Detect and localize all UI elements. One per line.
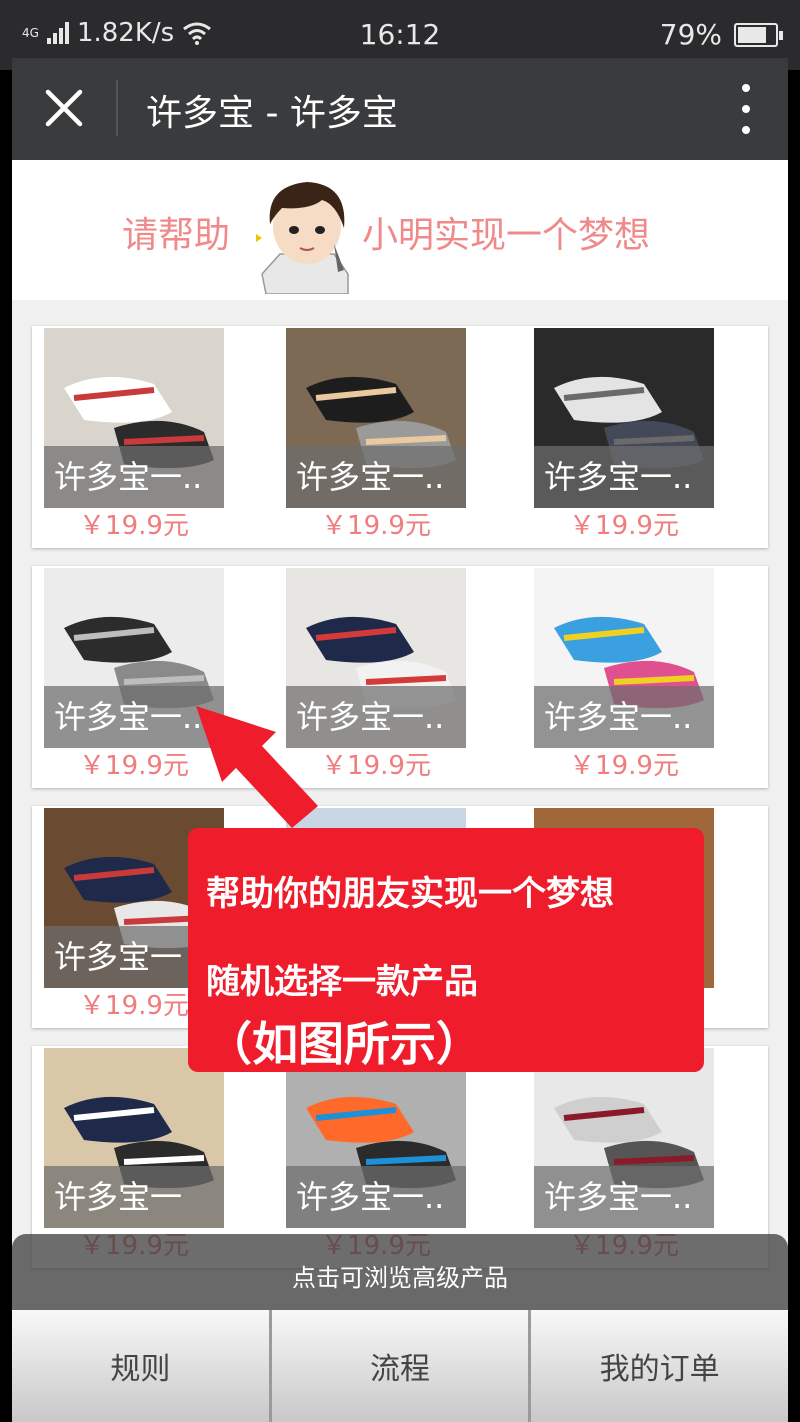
close-icon[interactable] — [42, 86, 86, 130]
product-caption: 许多宝一.. — [534, 686, 714, 748]
product-item[interactable]: 许多宝一..￥19.9元 — [286, 328, 466, 541]
bottom-tab-bar: 规则 流程 我的订单 — [12, 1310, 789, 1422]
product-price: ￥19.9元 — [569, 751, 679, 781]
dream-banner: 请帮助 小明实现一个梦想 — [12, 160, 788, 300]
product-price: ￥19.9元 — [79, 511, 189, 541]
product-caption: 许多宝一.. — [286, 1166, 466, 1228]
title-bar: 许多宝 - 许多宝 — [12, 58, 788, 160]
callout-line2: 随机选择一款产品 — [206, 962, 478, 1002]
battery-status: 79% — [659, 18, 783, 51]
battery-icon — [734, 22, 783, 47]
more-vertical-icon[interactable] — [736, 84, 756, 134]
product-caption: 许多宝一.. — [44, 686, 224, 748]
product-item[interactable]: 许多宝一..￥19.9元 — [534, 1048, 714, 1261]
product-caption: 许多宝一.. — [534, 1166, 714, 1228]
cartoon-avatar — [256, 182, 349, 294]
product-caption: 许多宝一.. — [286, 446, 466, 508]
product-item[interactable]: 许多宝一..￥19.9元 — [534, 568, 714, 781]
product-price: ￥19.9元 — [79, 751, 189, 781]
product-caption: 许多宝一.. — [286, 686, 466, 748]
product-item[interactable]: 许多宝一..￥19.9元 — [44, 568, 224, 781]
callout-line1: 帮助你的朋友实现一个梦想 — [206, 874, 614, 914]
browse-hint-text: 点击可浏览高级产品 — [292, 1264, 508, 1292]
instruction-callout: 帮助你的朋友实现一个梦想 随机选择一款产品 （如图所示） — [188, 828, 704, 1072]
product-caption: 许多宝一 — [44, 1166, 224, 1228]
product-caption: 许多宝一.. — [534, 446, 714, 508]
banner-text-right: 小明实现一个梦想 — [362, 215, 651, 256]
title-divider — [116, 80, 118, 136]
tab-process[interactable]: 流程 — [271, 1310, 532, 1422]
battery-percent: 79% — [659, 18, 722, 51]
product-price: ￥19.9元 — [321, 751, 431, 781]
product-item[interactable]: 许多宝一￥19.9元 — [44, 1048, 224, 1261]
product-item[interactable]: 许多宝一..￥19.9元 — [286, 1048, 466, 1261]
browse-hint-bar[interactable]: 点击可浏览高级产品 — [12, 1234, 788, 1310]
product-item[interactable]: 许多宝一..￥19.9元 — [286, 568, 466, 781]
tab-rules[interactable]: 规则 — [12, 1310, 272, 1422]
product-item[interactable]: 许多宝一..￥19.9元 — [44, 328, 224, 541]
callout-line3: （如图所示） — [206, 1017, 482, 1071]
main-content[interactable]: 请帮助 小明实现一个梦想 许多宝一.. ￥19.9元 许多宝一.. ￥19.9元 许多宝… — [12, 160, 788, 1310]
product-item[interactable]: 许多宝一..￥19.9元 — [534, 328, 714, 541]
banner-text-left: 请帮助 — [122, 215, 231, 256]
product-price: ￥19.9元 — [321, 511, 431, 541]
product-caption: 许多宝一.. — [44, 446, 224, 508]
tab-my-orders[interactable]: 我的订单 — [531, 1310, 789, 1422]
page-title: 许多宝 - 许多宝 — [146, 93, 398, 134]
product-price: ￥19.9元 — [569, 511, 679, 541]
